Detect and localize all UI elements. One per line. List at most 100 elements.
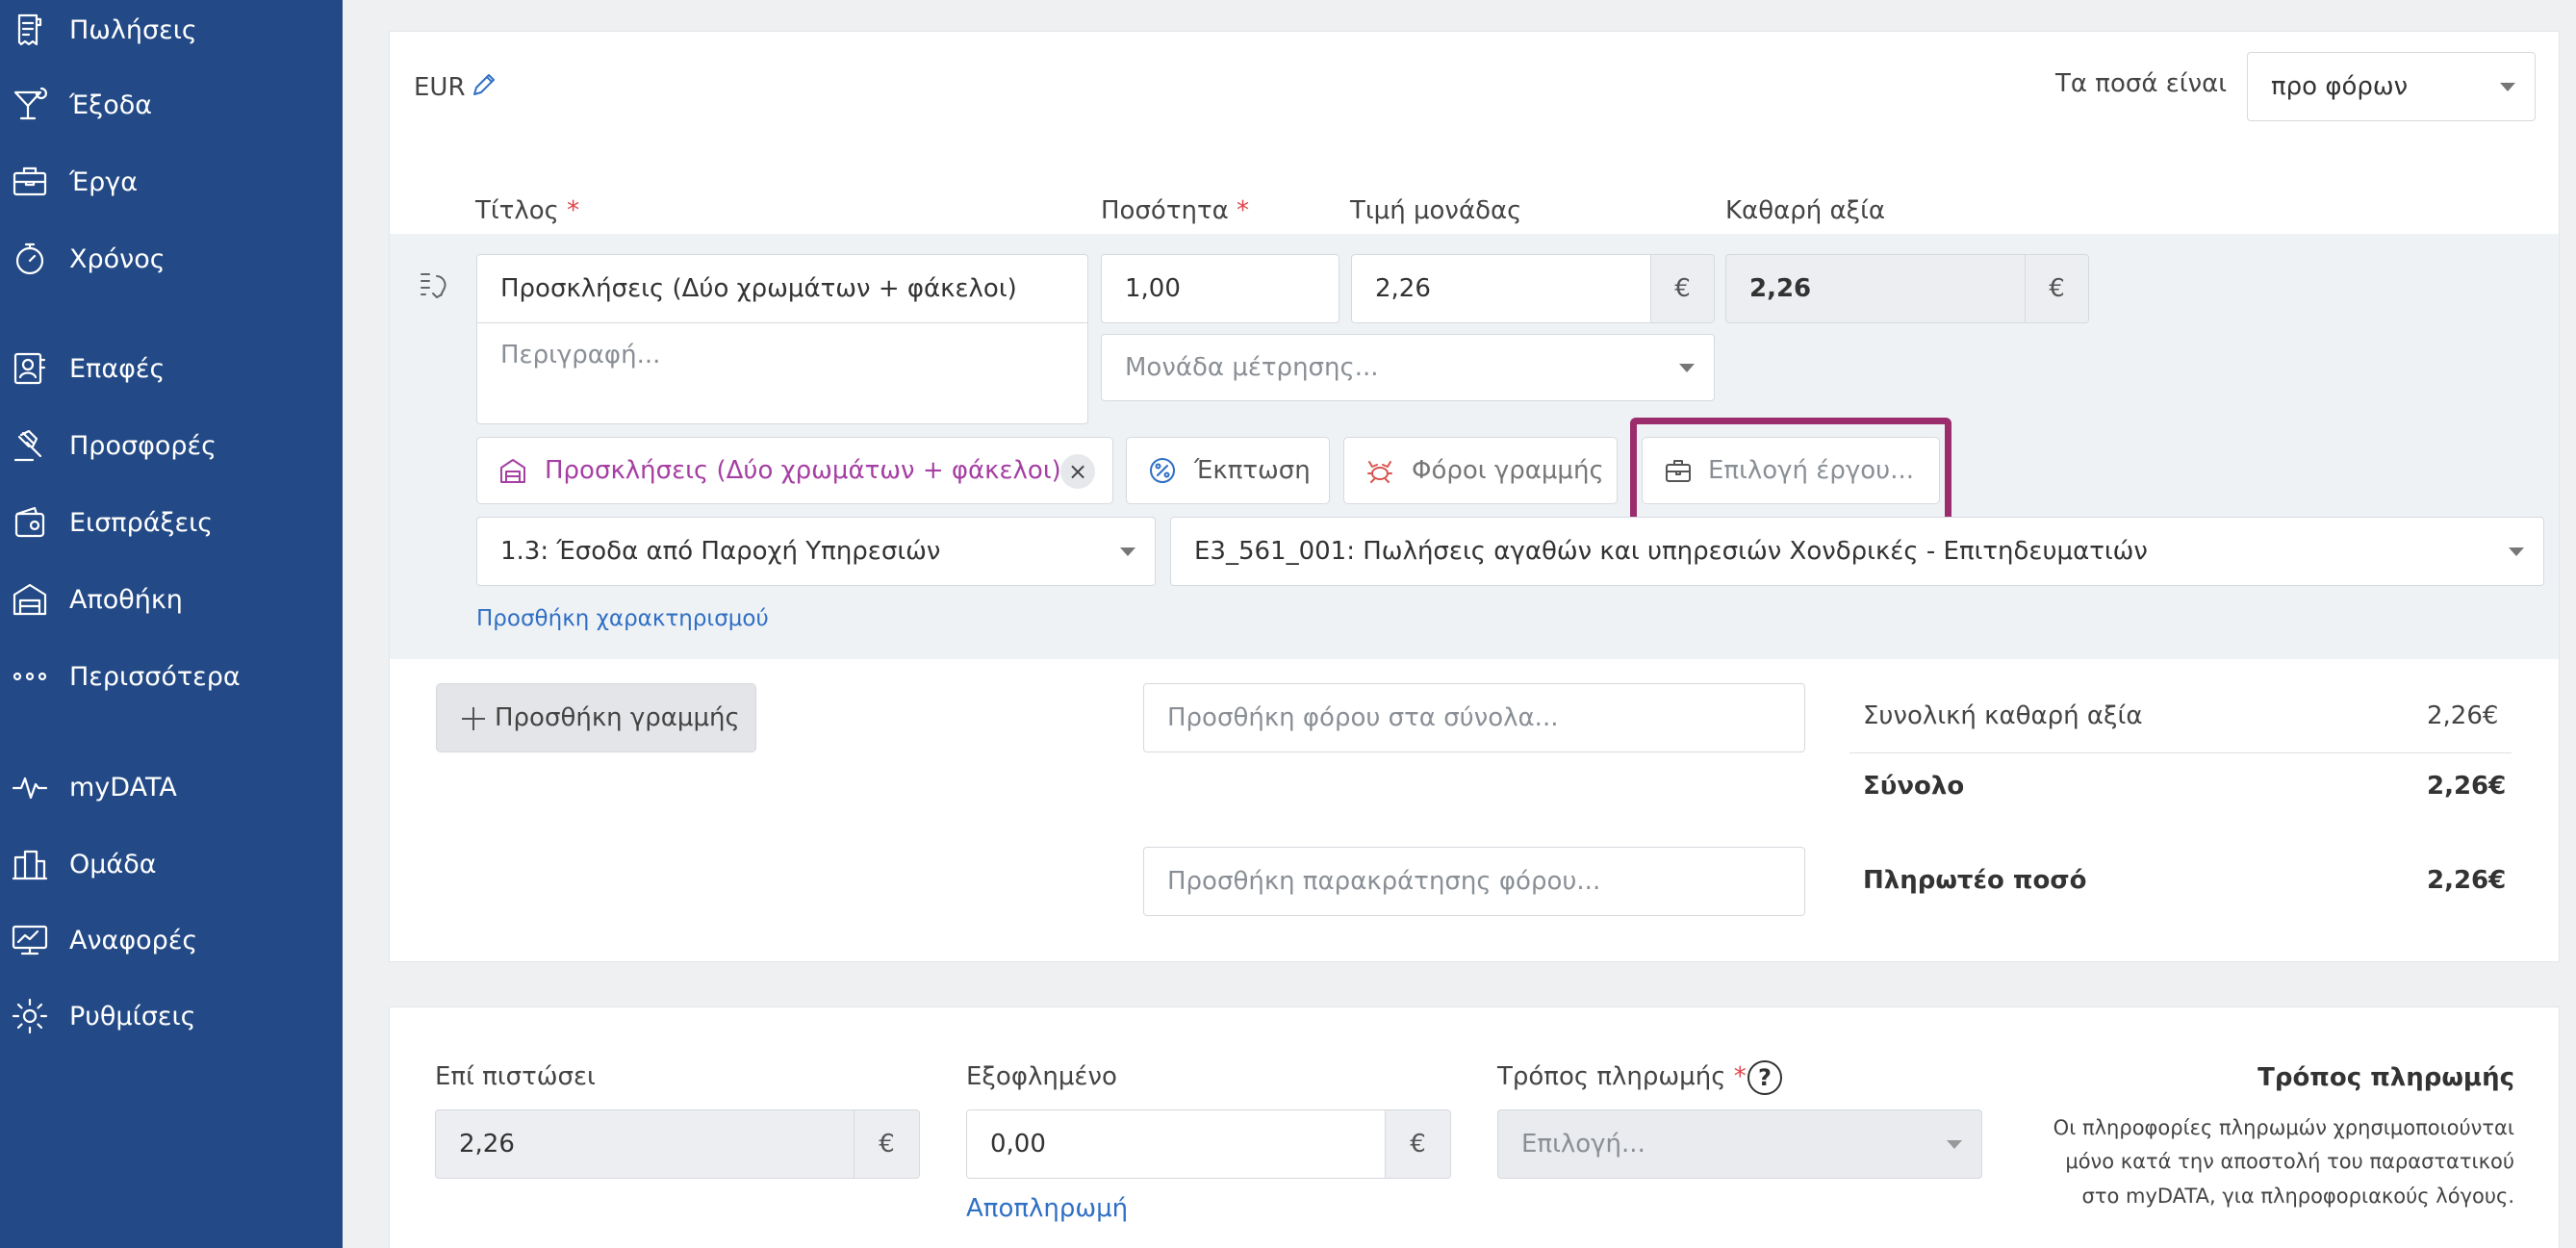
gear-icon <box>10 996 50 1036</box>
help-icon[interactable]: ? <box>1747 1060 1782 1095</box>
sidebar-item-mydata[interactable]: myDATA <box>0 758 343 816</box>
gavel-icon <box>10 425 50 466</box>
chevron-down-icon <box>2500 83 2515 91</box>
product-chip[interactable]: Προσκλήσεις (Δύο χρωμάτων + φάκελοι) × <box>476 437 1113 504</box>
add-line-button[interactable]: Προσθήκη γραμμής <box>436 683 756 752</box>
euro-suffix: € <box>854 1110 919 1178</box>
sidebar-item-label: myDATA <box>69 772 177 802</box>
payment-method-select[interactable]: Επιλογή... <box>1497 1109 1982 1179</box>
sidebar-item-sales[interactable]: Πωλήσεις <box>0 1 343 59</box>
discount-button[interactable]: Έκπτωση <box>1126 437 1330 504</box>
payment-info-title: Τρόπος πληρωμής <box>2257 1063 2514 1092</box>
paid-label: Εξοφλημένο <box>966 1062 1117 1091</box>
credit-amount-field: 2,26 € <box>435 1109 920 1179</box>
total-net-label: Συνολική καθαρή αξία <box>1863 701 2143 730</box>
chevron-down-icon <box>1120 548 1135 556</box>
sidebar-item-more[interactable]: Περισσότερα <box>0 648 343 705</box>
discount-percent-icon <box>1148 456 1177 492</box>
amounts-select[interactable]: προ φόρων <box>2247 52 2536 121</box>
amounts-select-value: προ φόρων <box>2271 72 2409 101</box>
sidebar-item-reports[interactable]: Αναφορές <box>0 911 343 969</box>
sidebar-item-contacts[interactable]: Επαφές <box>0 340 343 397</box>
pulse-icon <box>10 767 50 807</box>
paid-amount-input[interactable]: 0,00 € <box>966 1109 1451 1179</box>
chevron-down-icon <box>2509 548 2524 556</box>
euro-suffix: € <box>1650 255 1714 322</box>
sidebar-item-label: Εισπράξεις <box>69 507 214 538</box>
income-category-select[interactable]: 1.3: Έσοδα από Παροχή Υπηρεσιών <box>476 517 1156 586</box>
sidebar-item-offers[interactable]: Προσφορές <box>0 417 343 474</box>
total-label: Σύνολο <box>1863 772 1965 801</box>
payment-info-line: Οι πληροφορίες πληρωμών χρησιμοποιούνται <box>2053 1116 2514 1139</box>
stopwatch-icon <box>10 239 50 279</box>
line-taxes-label: Φόροι γραμμής <box>1412 456 1604 485</box>
project-select-label: Επιλογή έργου... <box>1708 456 1914 485</box>
sidebar-item-team[interactable]: Ομάδα <box>0 835 343 893</box>
briefcase-icon <box>1664 456 1693 492</box>
paid-amount-value: 0,00 <box>990 1130 1046 1159</box>
receipt-icon <box>10 10 50 50</box>
drag-handle-icon[interactable] <box>418 270 452 303</box>
sidebar: Πωλήσεις Έξοδα Έργα Χρόνος Επαφές Προσφο… <box>0 0 343 1248</box>
wallet-icon <box>10 502 50 543</box>
sidebar-item-label: Αποθήκη <box>69 584 183 615</box>
remove-product-button[interactable]: × <box>1060 454 1095 489</box>
warehouse-icon <box>10 579 50 620</box>
sidebar-item-time[interactable]: Χρόνος <box>0 230 343 288</box>
warehouse-icon <box>498 456 527 492</box>
totals-divider <box>1849 752 2512 753</box>
payment-method-placeholder: Επιλογή... <box>1521 1130 1645 1159</box>
sidebar-item-label: Ομάδα <box>69 849 157 879</box>
income-type-value: E3_561_001: Πωλήσεις αγαθών και υπηρεσιώ… <box>1194 537 2148 566</box>
sidebar-item-label: Χρόνος <box>69 243 166 274</box>
sidebar-item-label: Περισσότερα <box>69 661 241 692</box>
column-net-value-header: Καθαρή αξία <box>1725 196 1886 225</box>
unit-of-measure-placeholder: Μονάδα μέτρησης... <box>1125 353 1379 382</box>
sidebar-item-settings[interactable]: Ρυθμίσεις <box>0 987 343 1045</box>
project-select-button[interactable]: Επιλογή έργου... <box>1642 437 1940 504</box>
sidebar-item-label: Προσφορές <box>69 430 217 461</box>
more-dots-icon <box>10 656 50 697</box>
sidebar-item-projects[interactable]: Έργα <box>0 153 343 211</box>
income-type-select[interactable]: E3_561_001: Πωλήσεις αγαθών και υπηρεσιώ… <box>1170 517 2544 586</box>
income-category-value: 1.3: Έσοδα από Παροχή Υπηρεσιών <box>500 537 941 566</box>
amounts-label: Τα ποσά είναι <box>2055 69 2228 98</box>
credit-amount-value: 2,26 <box>459 1130 515 1159</box>
payment-info-line: μόνο κατά την αποστολή του παραστατικού <box>2065 1150 2514 1173</box>
add-tax-input[interactable]: Προσθήκη φόρου στα σύνολα... <box>1143 683 1805 752</box>
quantity-input[interactable]: 1,00 <box>1101 254 1339 323</box>
add-classification-link[interactable]: Προσθήκη χαρακτηρισμού <box>476 606 769 631</box>
line-title-value: Προσκλήσεις (Δύο χρωμάτων + φάκελοι) <box>500 274 1017 303</box>
sidebar-item-label: Πωλήσεις <box>69 14 197 45</box>
cocktail-icon <box>10 85 50 125</box>
payment-info-line: στο myDATA, για πληροφοριακούς λόγους. <box>2081 1184 2514 1208</box>
contact-icon <box>10 348 50 389</box>
sidebar-item-receipts[interactable]: Εισπράξεις <box>0 494 343 551</box>
credit-label: Επί πιστώσει <box>435 1062 596 1091</box>
chevron-down-icon <box>1679 364 1695 372</box>
sidebar-item-expenses[interactable]: Έξοδα <box>0 76 343 134</box>
repayment-link[interactable]: Αποπληρωμή <box>966 1194 1128 1223</box>
unit-of-measure-select[interactable]: Μονάδα μέτρησης... <box>1101 334 1715 401</box>
column-title-header: Τίτλος * <box>475 196 580 225</box>
add-withholding-input[interactable]: Προσθήκη παρακράτησης φόρου... <box>1143 847 1805 916</box>
sidebar-item-warehouse[interactable]: Αποθήκη <box>0 571 343 628</box>
team-icon <box>10 844 50 884</box>
discount-label: Έκπτωση <box>1194 456 1311 485</box>
unit-price-input[interactable]: 2,26 € <box>1351 254 1715 323</box>
sidebar-item-label: Ρυθμίσεις <box>69 1001 196 1032</box>
euro-suffix: € <box>2025 255 2088 322</box>
total-net-value: 2,26€ <box>2427 701 2499 730</box>
add-line-label: Προσθήκη γραμμής <box>495 703 740 732</box>
briefcase-icon <box>10 162 50 202</box>
line-taxes-button[interactable]: Φόροι γραμμής <box>1343 437 1618 504</box>
chevron-down-icon <box>1947 1140 1962 1149</box>
payable-label: Πληρωτέο ποσό <box>1863 866 2087 895</box>
payable-value: 2,26€ <box>2427 866 2507 895</box>
net-value-field: 2,26 € <box>1725 254 2089 323</box>
quantity-value: 1,00 <box>1125 274 1181 303</box>
line-description-input[interactable]: Περιγραφή... <box>476 322 1088 424</box>
sidebar-item-label: Έργα <box>69 166 139 197</box>
line-title-input[interactable]: Προσκλήσεις (Δύο χρωμάτων + φάκελοι) <box>476 254 1088 323</box>
edit-currency-icon[interactable] <box>469 69 499 100</box>
